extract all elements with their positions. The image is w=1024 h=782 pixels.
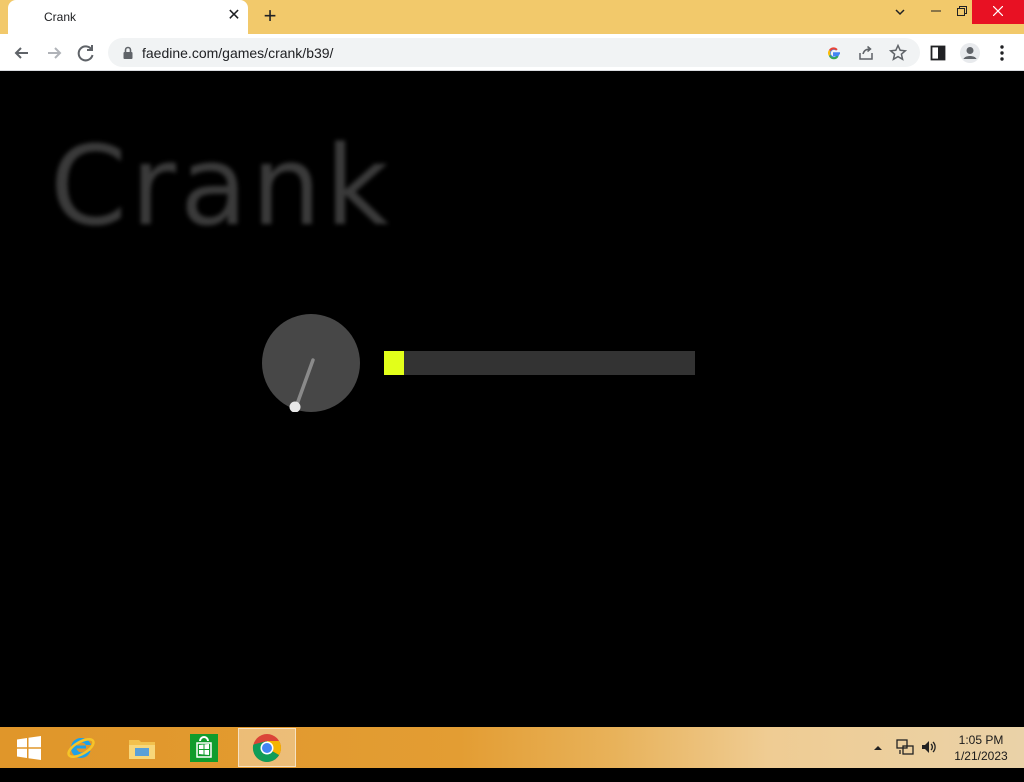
store-icon xyxy=(190,733,218,762)
file-explorer-icon xyxy=(129,739,155,759)
taskbar-file-explorer[interactable] xyxy=(113,728,171,767)
tab-title: Crank xyxy=(44,10,77,24)
start-icon xyxy=(17,735,41,760)
browser-toolbar: faedine.com/games/crank/b39/ xyxy=(0,34,1024,71)
back-button[interactable] xyxy=(8,39,36,67)
more-vertical-icon xyxy=(1000,45,1004,61)
show-hidden-icons-button[interactable] xyxy=(872,741,884,782)
crank-dial[interactable] xyxy=(262,314,360,412)
taskbar-clock[interactable]: 1:05 PM 1/21/2023 xyxy=(946,732,1016,764)
bookmark-star-icon[interactable] xyxy=(888,43,908,63)
taskbar-chrome[interactable] xyxy=(238,728,296,767)
tab-close-button[interactable]: ✕ xyxy=(224,6,244,26)
network-tray-button[interactable] xyxy=(896,738,914,779)
url-text: faedine.com/games/crank/b39/ xyxy=(142,45,334,61)
google-icon[interactable] xyxy=(824,43,844,63)
taskbar-store[interactable] xyxy=(175,728,233,767)
address-bar[interactable]: faedine.com/games/crank/b39/ xyxy=(108,38,920,67)
close-window-button[interactable] xyxy=(972,0,1024,24)
forward-button[interactable] xyxy=(40,39,68,67)
game-title: Crank xyxy=(50,122,393,250)
new-tab-button[interactable]: + xyxy=(258,5,282,29)
profile-button[interactable] xyxy=(956,39,984,67)
minimize-icon xyxy=(931,10,941,12)
side-panel-button[interactable] xyxy=(924,39,952,67)
crank-progress-bar xyxy=(384,351,695,375)
arrow-right-icon xyxy=(48,47,62,59)
windows-taskbar: 1:05 PM 1/21/2023 xyxy=(0,727,1024,768)
volume-tray-button[interactable] xyxy=(920,738,938,779)
reload-button[interactable] xyxy=(72,39,100,67)
tab-search-button[interactable] xyxy=(884,0,916,24)
chevron-down-icon xyxy=(895,9,905,16)
menu-button[interactable] xyxy=(988,39,1016,67)
clock-date: 1/21/2023 xyxy=(954,749,1008,763)
chevron-up-icon xyxy=(874,746,882,750)
internet-explorer-icon xyxy=(67,737,95,758)
tab-bar: Crank ✕ + xyxy=(0,0,1024,34)
lock-icon xyxy=(123,46,133,59)
chrome-icon xyxy=(252,733,281,762)
close-icon xyxy=(992,5,1004,17)
clock-time: 1:05 PM xyxy=(958,733,1004,747)
crank-handle-icon xyxy=(289,358,315,412)
side-panel-icon xyxy=(930,45,946,61)
progress-fill xyxy=(384,351,405,375)
tab-crank[interactable]: Crank ✕ xyxy=(8,0,248,34)
taskbar-internet-explorer[interactable] xyxy=(52,728,110,767)
arrow-left-icon xyxy=(14,47,28,59)
start-button[interactable] xyxy=(0,728,58,767)
speaker-icon xyxy=(922,741,936,753)
share-icon[interactable] xyxy=(856,43,876,63)
restore-icon xyxy=(957,6,967,16)
reload-icon xyxy=(77,45,94,62)
avatar-icon xyxy=(960,43,980,63)
network-icon xyxy=(896,739,914,755)
game-page: Crank xyxy=(0,71,1024,727)
